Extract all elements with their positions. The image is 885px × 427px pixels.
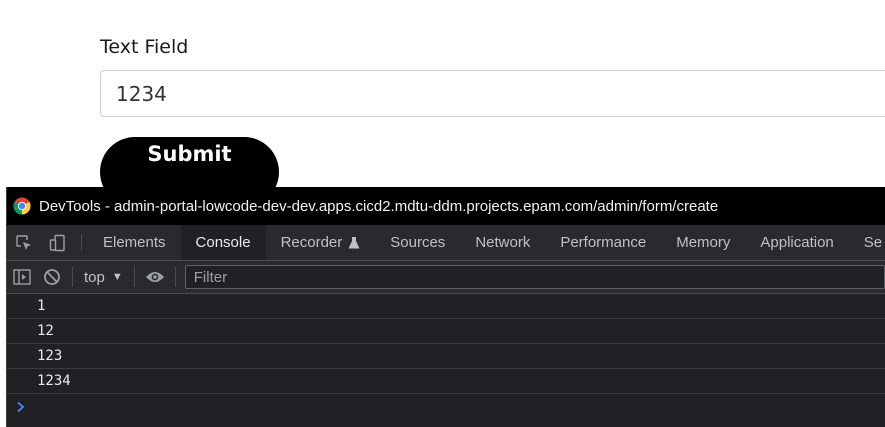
console-log-row: 123 bbox=[7, 344, 885, 369]
tab-elements[interactable]: Elements bbox=[88, 225, 181, 260]
console-log-row: 1234 bbox=[7, 369, 885, 394]
device-toolbar-icon[interactable] bbox=[41, 225, 75, 260]
tab-application[interactable]: Application bbox=[745, 225, 848, 260]
tab-memory[interactable]: Memory bbox=[661, 225, 745, 260]
tab-console[interactable]: Console bbox=[180, 225, 266, 260]
tab-recorder-label: Recorder bbox=[280, 234, 343, 251]
devtools-window: DevTools - admin-portal-lowcode-dev-dev.… bbox=[6, 187, 885, 427]
tab-security[interactable]: Se bbox=[849, 225, 885, 260]
console-prompt[interactable] bbox=[7, 394, 885, 420]
flask-icon bbox=[348, 236, 360, 248]
console-filter-input[interactable] bbox=[184, 265, 885, 289]
submit-button-label: Submit bbox=[147, 142, 232, 166]
tab-recorder[interactable]: Recorder bbox=[266, 225, 376, 260]
clear-console-icon[interactable] bbox=[37, 262, 67, 292]
console-toolbar: top ▼ bbox=[7, 261, 885, 294]
toolbar-separator bbox=[133, 267, 135, 287]
toolbar-separator bbox=[174, 267, 176, 287]
console-output: 1 12 123 1234 bbox=[7, 294, 885, 420]
sidebar-toggle-icon[interactable] bbox=[7, 262, 37, 292]
tab-separator bbox=[81, 234, 82, 251]
chevron-down-icon: ▼ bbox=[111, 271, 123, 283]
inspect-element-icon[interactable] bbox=[7, 225, 41, 260]
devtools-title: DevTools - admin-portal-lowcode-dev-dev.… bbox=[39, 197, 719, 215]
devtools-tabbar: Elements Console Recorder Sources Networ… bbox=[7, 225, 885, 261]
context-selector[interactable]: top ▼ bbox=[78, 269, 129, 286]
text-field-label: Text Field bbox=[100, 36, 189, 58]
console-log-row: 12 bbox=[7, 319, 885, 344]
console-log-row: 1 bbox=[7, 294, 885, 319]
tab-sources[interactable]: Sources bbox=[375, 225, 460, 260]
chrome-logo-icon bbox=[13, 197, 31, 215]
prompt-chevron-icon bbox=[17, 401, 25, 413]
tab-network[interactable]: Network bbox=[460, 225, 545, 260]
tab-performance[interactable]: Performance bbox=[545, 225, 661, 260]
text-field-input[interactable] bbox=[100, 70, 885, 117]
devtools-titlebar: DevTools - admin-portal-lowcode-dev-dev.… bbox=[7, 187, 885, 225]
toolbar-separator bbox=[72, 267, 73, 287]
context-selector-value: top bbox=[84, 268, 105, 286]
live-expression-eye-icon[interactable] bbox=[140, 262, 170, 292]
